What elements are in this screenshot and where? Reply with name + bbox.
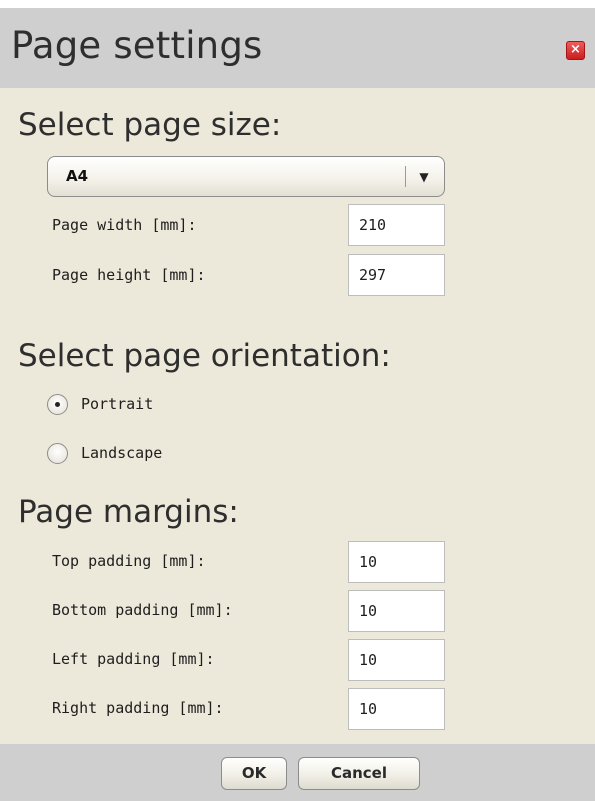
dialog-titlebar: Page settings × [0, 8, 595, 88]
portrait-label: Portrait [81, 395, 154, 413]
right-padding-label: Right padding [mm]: [52, 699, 224, 717]
left-padding-label: Left padding [mm]: [52, 650, 215, 668]
orientation-option-portrait[interactable]: Portrait [47, 392, 153, 416]
page-size-select-value: A4 [66, 167, 89, 185]
page-size-heading: Select page size: [18, 107, 282, 143]
ok-button[interactable]: OK [221, 757, 287, 790]
orientation-option-landscape[interactable]: Landscape [47, 441, 162, 465]
portrait-radio[interactable] [47, 393, 68, 415]
close-button[interactable]: × [566, 41, 585, 60]
page-size-select[interactable]: A4 ▼ [47, 156, 445, 197]
page-settings-dialog: Page settings × Select page size: A4 ▼ P… [0, 8, 595, 801]
page-width-label: Page width [mm]: [52, 216, 197, 234]
select-divider [405, 166, 406, 187]
left-padding-input[interactable] [348, 639, 445, 681]
page-height-label: Page height [mm]: [52, 266, 206, 284]
landscape-radio[interactable] [47, 442, 68, 464]
bottom-padding-label: Bottom padding [mm]: [52, 601, 233, 619]
cancel-button[interactable]: Cancel [298, 757, 420, 790]
dialog-footer: OK Cancel [0, 744, 595, 801]
top-padding-label: Top padding [mm]: [52, 552, 206, 570]
page-width-input[interactable] [348, 204, 445, 246]
right-padding-input[interactable] [348, 688, 445, 730]
chevron-down-icon[interactable]: ▼ [413, 166, 435, 188]
landscape-label: Landscape [81, 444, 163, 462]
orientation-heading: Select page orientation: [18, 338, 391, 374]
page-height-input[interactable] [348, 254, 445, 296]
top-padding-input[interactable] [348, 541, 445, 583]
close-icon: × [570, 42, 581, 57]
dialog-title: Page settings [11, 24, 263, 67]
bottom-padding-input[interactable] [348, 590, 445, 632]
margins-heading: Page margins: [18, 494, 239, 530]
